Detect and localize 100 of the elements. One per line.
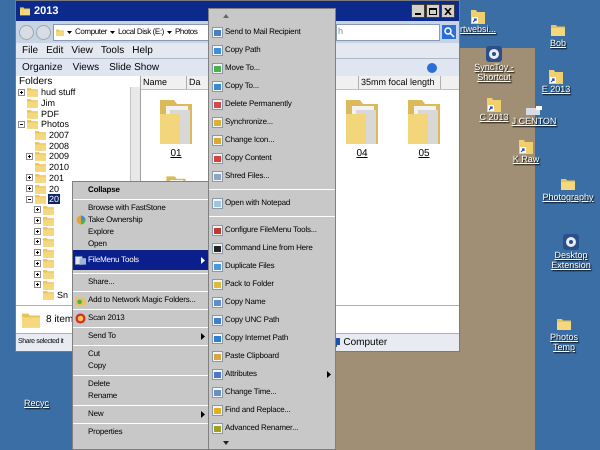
scroll-down-icon[interactable] xyxy=(223,441,229,445)
tree-item[interactable]: 20 xyxy=(48,184,60,194)
menu-item[interactable]: Collapse xyxy=(73,184,209,196)
desktop-icon-label[interactable]: Bob xyxy=(550,38,566,48)
tree-item[interactable]: 2009 xyxy=(48,151,70,162)
expand-icon[interactable] xyxy=(26,174,33,182)
menu-item[interactable]: Command Line from Here xyxy=(209,239,335,257)
breadcrumb[interactable]: Computer xyxy=(75,26,107,38)
menu-item[interactable]: New xyxy=(73,408,209,420)
menu-item[interactable]: Scan 2013 xyxy=(73,312,209,324)
menu-item[interactable]: Take Ownership xyxy=(73,214,209,226)
menu-item[interactable]: Rename xyxy=(73,390,209,402)
toolbar-button[interactable]: Organize xyxy=(22,60,63,75)
menu-item[interactable]: Delete Permanently xyxy=(209,95,335,113)
expand-icon[interactable] xyxy=(34,217,41,224)
menu-item[interactable]: Attributes xyxy=(209,365,335,383)
menu-item[interactable]: Copy Path xyxy=(209,41,335,59)
menu-item[interactable]: Copy Internet Path xyxy=(209,329,335,347)
menu-item[interactable]: Open xyxy=(73,238,209,250)
scroll-up-icon[interactable] xyxy=(223,14,229,18)
breadcrumb[interactable]: Photos xyxy=(174,26,198,38)
folder-label[interactable]: 05 xyxy=(418,146,430,161)
desktop-icon-label[interactable]: E 2013 xyxy=(542,84,570,94)
tree-item[interactable]: 2010 xyxy=(48,162,70,172)
menu-item[interactable]: Delete xyxy=(73,378,209,390)
desktop-icon-label[interactable]: Desktop Extension xyxy=(545,250,597,270)
collapse-icon[interactable] xyxy=(18,120,25,128)
expand-icon[interactable] xyxy=(34,281,41,288)
caret-icon[interactable] xyxy=(67,30,72,34)
expand-icon[interactable] xyxy=(26,185,33,192)
desktop-icon-label[interactable]: J CENTON xyxy=(512,116,556,126)
menu-item[interactable]: Pack to Folder xyxy=(209,275,335,293)
menu-item[interactable]: Browse with FastStone xyxy=(73,202,209,214)
folder-label[interactable]: 01 xyxy=(170,146,182,161)
breadcrumb[interactable]: Local Disk (E:) xyxy=(118,26,164,38)
tree-item[interactable]: Sn xyxy=(56,290,70,300)
menu-item[interactable]: Send to Mail Recipient xyxy=(209,23,335,41)
tree-item[interactable]: Jim xyxy=(40,98,56,108)
menu-item[interactable]: Properties xyxy=(73,426,209,438)
expand-icon[interactable] xyxy=(34,206,41,214)
column-header[interactable]: 35mm focal length xyxy=(359,76,441,89)
minimize-button[interactable] xyxy=(411,4,425,18)
menu-item[interactable]: Paste Clipboard xyxy=(209,347,335,365)
menu-item[interactable]: Advanced Renamer... xyxy=(209,419,335,437)
tree-item[interactable]: Photos xyxy=(40,119,70,130)
search-field[interactable]: h xyxy=(337,25,439,39)
menu-item[interactable]: Cut xyxy=(73,348,209,360)
expand-icon[interactable] xyxy=(34,260,41,267)
caret-icon[interactable] xyxy=(166,30,172,34)
toolbar-button[interactable]: Views xyxy=(72,60,100,75)
menu-item[interactable]: Help xyxy=(132,43,153,58)
column-header[interactable]: Name xyxy=(141,76,187,89)
tree-item[interactable]: 201 xyxy=(48,172,66,183)
menu-item[interactable]: Shred Files... xyxy=(209,167,335,185)
expand-icon[interactable] xyxy=(18,88,25,96)
expand-icon[interactable] xyxy=(34,249,41,256)
close-button[interactable] xyxy=(441,4,455,18)
tree-item[interactable]: hud stuff xyxy=(40,87,76,98)
menu-item[interactable]: Explore xyxy=(73,226,209,238)
desktop-icon-label[interactable]: Photos Temp xyxy=(538,332,590,352)
menu-item[interactable]: Edit xyxy=(46,43,64,58)
toolbar-button[interactable]: Slide Show xyxy=(109,60,160,75)
menu-item[interactable]: Find and Replace... xyxy=(209,401,335,419)
menu-item[interactable]: Open with Notepad xyxy=(209,194,335,212)
search-icon[interactable] xyxy=(442,25,456,39)
menu-item[interactable]: Copy To... xyxy=(209,77,335,95)
menu-item[interactable]: Tools xyxy=(100,43,124,58)
collapse-icon[interactable] xyxy=(26,196,33,203)
menu-item[interactable]: Configure FileMenu Tools... xyxy=(209,221,335,239)
maximize-icon xyxy=(429,8,437,14)
expand-icon[interactable] xyxy=(26,152,33,160)
desktop-icon-label[interactable]: Photography xyxy=(542,192,594,202)
menu-item[interactable]: Change Time... xyxy=(209,383,335,401)
menu-item[interactable]: Share... xyxy=(73,276,209,288)
menu-item[interactable]: Copy Name xyxy=(209,293,335,311)
menu-item[interactable]: Send To xyxy=(73,330,209,342)
menu-item[interactable]: File xyxy=(22,43,38,58)
desktop-icon-label[interactable]: Recyc xyxy=(24,398,50,408)
menu-item[interactable]: FileMenu Tools xyxy=(73,250,209,270)
menu-item[interactable]: Copy Content xyxy=(209,149,335,167)
menu-item[interactable]: Copy xyxy=(73,360,209,372)
expand-icon[interactable] xyxy=(34,228,41,235)
maximize-button[interactable] xyxy=(426,4,440,18)
menu-item[interactable]: Change Icon... xyxy=(209,131,335,149)
desktop-icon-label[interactable]: rtwebsi... xyxy=(460,24,496,34)
tree-item[interactable]: 2007 xyxy=(48,130,70,140)
menu-item[interactable]: Add to Network Magic Folders... xyxy=(73,294,209,306)
shortcut-icon xyxy=(471,8,485,24)
caret-icon[interactable] xyxy=(110,30,115,34)
menu-item[interactable]: Move To... xyxy=(209,59,335,77)
tree-item[interactable]: PDF xyxy=(40,108,60,119)
folder-label[interactable]: 04 xyxy=(356,146,368,161)
expand-icon[interactable] xyxy=(34,270,41,278)
menu-item[interactable]: Synchronize... xyxy=(209,113,335,131)
menu-item[interactable]: View xyxy=(71,43,93,58)
menu-item[interactable]: Copy UNC Path xyxy=(209,311,335,329)
tree-item[interactable]: 2008 xyxy=(48,140,70,151)
menu-item[interactable]: Duplicate Files xyxy=(209,257,335,275)
tree-item[interactable]: 20 xyxy=(48,194,60,204)
expand-icon[interactable] xyxy=(34,238,41,246)
